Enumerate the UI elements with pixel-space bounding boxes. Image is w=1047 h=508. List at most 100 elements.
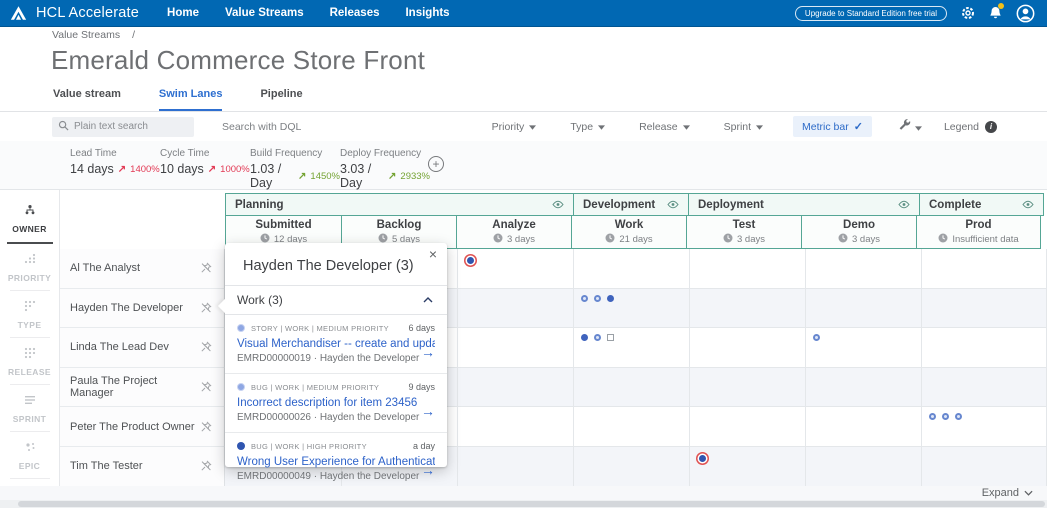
cell-al-test[interactable] <box>690 249 806 289</box>
filter-dropdown-release[interactable]: Release <box>639 121 690 133</box>
nav-item-insights[interactable]: Insights <box>405 7 449 19</box>
work-item-dot-ring[interactable] <box>929 413 936 420</box>
nav-item-releases[interactable]: Releases <box>330 7 380 19</box>
card-title-link[interactable]: Incorrect description for item 23456 <box>237 397 435 409</box>
work-item-dot-ring[interactable] <box>955 413 962 420</box>
sidebar-item-priority[interactable]: PRIORITY <box>0 246 59 288</box>
filter-dropdown-type[interactable]: Type <box>570 121 605 133</box>
cell-linda-work[interactable] <box>574 328 690 368</box>
work-item-dot-ring[interactable] <box>594 295 601 302</box>
board-settings-button[interactable] <box>898 118 922 136</box>
legend-button[interactable]: Legend i <box>944 121 997 133</box>
metric-bar-toggle[interactable]: Metric bar ✓ <box>793 116 872 137</box>
work-item-dot-solid[interactable] <box>581 334 588 341</box>
tab-swim-lanes[interactable]: Swim Lanes <box>159 88 223 111</box>
cell-tim-demo[interactable] <box>806 447 922 487</box>
cell-paula-prod[interactable] <box>922 368 1047 408</box>
eye-icon[interactable] <box>667 200 679 209</box>
sidebar-item-epic[interactable]: EPIC <box>0 434 59 476</box>
cell-hayden-demo[interactable] <box>806 289 922 329</box>
work-item-dot-selected[interactable] <box>467 257 474 264</box>
notifications-bell-icon[interactable] <box>989 6 1002 20</box>
chevron-up-icon[interactable] <box>423 297 433 303</box>
cell-linda-prod[interactable] <box>922 328 1047 368</box>
work-item-dot-ring[interactable] <box>942 413 949 420</box>
work-item-dot-square[interactable] <box>607 334 614 341</box>
cell-al-demo[interactable] <box>806 249 922 289</box>
settings-icon[interactable] <box>961 6 975 20</box>
open-item-arrow-icon[interactable]: → <box>421 345 435 359</box>
work-item-dot-ring[interactable] <box>813 334 820 341</box>
search-with-dql-link[interactable]: Search with DQL <box>222 121 301 133</box>
cell-al-prod[interactable] <box>922 249 1047 289</box>
cell-tim-test[interactable] <box>690 447 806 487</box>
lane-label[interactable]: Al The Analyst <box>60 249 225 289</box>
work-item-dot-selected[interactable] <box>699 455 706 462</box>
nav-item-value-streams[interactable]: Value Streams <box>225 7 304 19</box>
pin-off-icon[interactable] <box>200 381 212 393</box>
popup-section-work[interactable]: Work (3) <box>225 285 447 315</box>
pin-off-icon[interactable] <box>200 302 212 314</box>
work-item-dot-ring[interactable] <box>581 295 588 302</box>
pin-off-icon[interactable] <box>200 421 212 433</box>
lane-label[interactable]: Paula The Project Manager <box>60 368 225 408</box>
cell-linda-analyze[interactable] <box>458 328 574 368</box>
open-item-arrow-icon[interactable]: → <box>421 463 435 477</box>
eye-icon[interactable] <box>552 200 564 209</box>
cell-peter-work[interactable] <box>574 407 690 447</box>
cell-al-work[interactable] <box>574 249 690 289</box>
cell-peter-demo[interactable] <box>806 407 922 447</box>
cell-paula-demo[interactable] <box>806 368 922 408</box>
add-metric-button[interactable]: + <box>428 156 444 172</box>
scrollbar-thumb[interactable] <box>18 501 1045 507</box>
expand-button[interactable]: Expand <box>982 487 1033 499</box>
cell-hayden-analyze[interactable] <box>458 289 574 329</box>
cell-tim-analyze[interactable] <box>458 447 574 487</box>
eye-icon[interactable] <box>898 200 910 209</box>
cell-paula-analyze[interactable] <box>458 368 574 408</box>
work-item-dot-ring[interactable] <box>594 334 601 341</box>
sidebar-item-release[interactable]: RELEASE <box>0 340 59 382</box>
sidebar-item-sprint[interactable]: SPRINT <box>0 387 59 429</box>
eye-icon[interactable] <box>1022 200 1034 209</box>
sidebar-item-type[interactable]: TYPE <box>0 293 59 335</box>
nav-item-home[interactable]: Home <box>167 7 199 19</box>
cell-paula-work[interactable] <box>574 368 690 408</box>
lane-name: Al The Analyst <box>70 262 140 274</box>
user-avatar-icon[interactable] <box>1016 4 1035 23</box>
cell-tim-work[interactable] <box>574 447 690 487</box>
cell-peter-prod[interactable] <box>922 407 1047 447</box>
tab-pipeline[interactable]: Pipeline <box>260 88 302 111</box>
lane-label[interactable]: Linda The Lead Dev <box>60 328 225 368</box>
cell-hayden-work[interactable] <box>574 289 690 329</box>
cell-peter-test[interactable] <box>690 407 806 447</box>
close-icon[interactable]: × <box>429 247 437 261</box>
sidebar-item-owner[interactable]: OWNER <box>0 197 59 239</box>
cell-al-analyze[interactable] <box>458 249 574 289</box>
lane-label[interactable]: Tim The Tester <box>60 447 225 487</box>
card-title-link[interactable]: Visual Merchandiser -- create and upda..… <box>237 338 435 350</box>
filter-dropdown-sprint[interactable]: Sprint <box>724 121 763 133</box>
pin-off-icon[interactable] <box>200 460 212 472</box>
cell-linda-test[interactable] <box>690 328 806 368</box>
card-title-link[interactable]: Wrong User Experience for Authenticati..… <box>237 456 435 468</box>
filter-dropdown-priority[interactable]: Priority <box>492 121 537 133</box>
horizontal-scrollbar[interactable] <box>0 500 1047 508</box>
pin-off-icon[interactable] <box>200 262 212 274</box>
cell-paula-test[interactable] <box>690 368 806 408</box>
cell-hayden-prod[interactable] <box>922 289 1047 329</box>
pin-off-icon[interactable] <box>200 341 212 353</box>
lane-label[interactable]: Peter The Product Owner <box>60 407 225 447</box>
work-item-dot-solid[interactable] <box>607 295 614 302</box>
cell-peter-analyze[interactable] <box>458 407 574 447</box>
upgrade-button[interactable]: Upgrade to Standard Edition free trial <box>795 6 947 21</box>
cell-tim-prod[interactable] <box>922 447 1047 487</box>
lane-label[interactable]: Hayden The Developer <box>60 289 225 329</box>
search-box[interactable] <box>52 117 194 137</box>
breadcrumb-value-streams[interactable]: Value Streams <box>52 29 120 41</box>
open-item-arrow-icon[interactable]: → <box>421 404 435 418</box>
cell-linda-demo[interactable] <box>806 328 922 368</box>
search-input[interactable] <box>74 121 188 132</box>
tab-value-stream[interactable]: Value stream <box>53 88 121 111</box>
cell-hayden-test[interactable] <box>690 289 806 329</box>
